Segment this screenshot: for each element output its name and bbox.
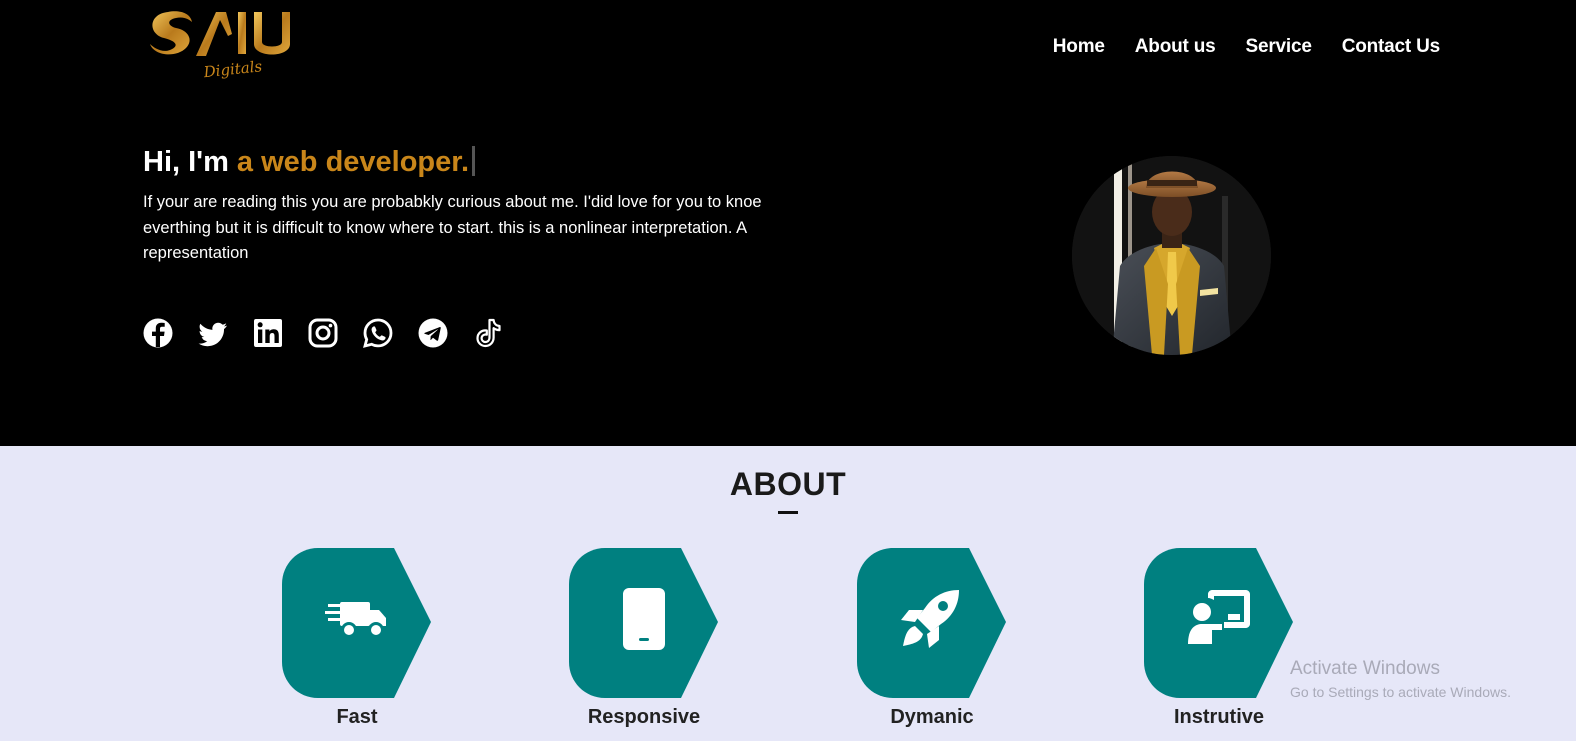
telegram-icon[interactable] xyxy=(418,317,448,349)
feature-card-responsive: Responsive xyxy=(569,548,719,728)
social-links xyxy=(143,317,503,349)
hero-greeting: Hi, I'm a web developer. xyxy=(143,146,476,179)
feature-card-fast: Fast xyxy=(282,548,432,728)
feature-badge xyxy=(1144,548,1294,698)
greeting-prefix: Hi, I'm xyxy=(143,146,229,178)
nav-contact-us[interactable]: Contact Us xyxy=(1342,36,1440,58)
typing-cursor xyxy=(472,146,476,176)
feature-card-dymanic: Dymanic xyxy=(857,548,1007,728)
main-nav: Home About us Service Contact Us xyxy=(1053,36,1440,58)
about-heading: ABOUT xyxy=(729,466,847,502)
feature-label: Responsive xyxy=(587,706,701,728)
windows-activation-watermark: Activate Windows Go to Settings to activ… xyxy=(1290,658,1511,700)
feature-label: Instrutive xyxy=(1173,706,1265,728)
hero-bio: If your are reading this you are probabk… xyxy=(143,193,762,262)
instagram-icon[interactable] xyxy=(308,317,338,349)
nav-about-us[interactable]: About us xyxy=(1135,36,1216,58)
brand-subtext: Digitals xyxy=(202,57,264,81)
facebook-icon[interactable] xyxy=(143,317,173,349)
feature-card-instrutive: Instrutive xyxy=(1144,548,1294,728)
about-heading-underline xyxy=(778,511,798,514)
twitter-icon[interactable] xyxy=(198,317,228,349)
feature-badge xyxy=(569,548,719,698)
rocket-icon xyxy=(901,590,959,648)
teacher-board-icon xyxy=(1188,590,1250,644)
tiktok-icon[interactable] xyxy=(473,317,503,349)
feature-label: Dymanic xyxy=(890,706,974,728)
linkedin-icon[interactable] xyxy=(253,317,283,349)
whatsapp-icon[interactable] xyxy=(363,317,393,349)
feature-label: Fast xyxy=(336,706,378,728)
truck-fast-icon xyxy=(325,602,386,638)
nav-home[interactable]: Home xyxy=(1053,36,1105,58)
feature-badge xyxy=(282,548,432,698)
mobile-icon xyxy=(623,588,665,650)
watermark-subtitle: Go to Settings to activate Windows. xyxy=(1290,684,1511,700)
brand-logo[interactable]: Digitals xyxy=(146,4,316,86)
feature-badge xyxy=(857,548,1007,698)
hero-section: Digitals Home About us Service Contact U… xyxy=(0,0,1576,446)
nav-service[interactable]: Service xyxy=(1245,36,1311,58)
watermark-title: Activate Windows xyxy=(1290,658,1440,679)
greeting-role: a web developer. xyxy=(236,146,470,178)
profile-photo xyxy=(1072,156,1271,355)
